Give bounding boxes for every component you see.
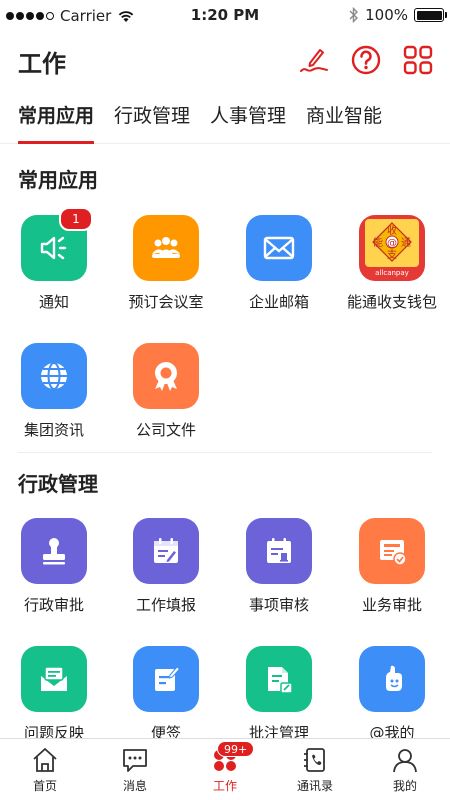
app-label: 企业邮箱	[248, 293, 309, 311]
logo-bottom: 支	[387, 249, 397, 261]
logo-center: @	[387, 238, 397, 249]
section-title-common: 常用应用	[18, 168, 98, 192]
notice-badge: 1	[59, 207, 93, 231]
app-memo[interactable]: 便签	[110, 646, 222, 743]
home-icon	[33, 748, 57, 772]
approval-icon	[359, 518, 425, 584]
tabbar-profile[interactable]: 我的	[360, 739, 450, 800]
app-company-files[interactable]: 公司文件	[110, 343, 222, 440]
app-annotation[interactable]: 批注管理	[223, 646, 335, 743]
signature-button[interactable]	[298, 44, 330, 76]
app-meeting-room[interactable]: 预订会议室	[110, 215, 222, 312]
speaker-icon: 1	[21, 207, 93, 281]
tabbar-label: 通讯录	[296, 779, 333, 793]
logo-left: 能	[373, 236, 383, 249]
award-icon	[133, 343, 199, 409]
tab-business-intelligence[interactable]: 商业智能	[296, 90, 392, 144]
app-grid-button[interactable]	[402, 44, 434, 76]
stamp-icon	[21, 518, 87, 584]
message-icon	[123, 749, 147, 772]
grid-icon	[403, 45, 433, 75]
app-item-review[interactable]: 事项审核	[223, 518, 335, 615]
calendar-check-icon	[246, 518, 312, 584]
app-label: 集团资讯	[23, 421, 84, 439]
app-label: 工作填报	[135, 596, 196, 614]
tab-hr[interactable]: 人事管理	[200, 90, 296, 144]
thumb-icon	[359, 646, 425, 712]
app-wallet[interactable]: @ 收 能 通 支 allcanpay 能通收支钱包	[336, 215, 448, 312]
app-notice[interactable]: 1 通知	[0, 207, 110, 312]
help-icon	[351, 45, 381, 75]
tabbar-label: 消息	[122, 779, 147, 793]
tabbar-messages[interactable]: 消息	[90, 739, 180, 800]
globe-icon	[21, 343, 87, 409]
logo-right: 通	[401, 237, 411, 249]
app-mentions[interactable]: @我的	[336, 646, 448, 743]
app-work-report[interactable]: 工作填报	[110, 518, 222, 615]
battery-icon	[414, 8, 447, 22]
tabbar-label: 我的	[392, 779, 417, 793]
help-button[interactable]	[350, 44, 382, 76]
category-tabs: 常用应用 行政管理 人事管理 商业智能	[0, 90, 450, 144]
app-business-approval[interactable]: 业务审批	[336, 518, 448, 615]
app-admin-approval[interactable]: 行政审批	[0, 518, 110, 615]
app-label: 能通收支钱包	[346, 293, 437, 311]
page-title: 工作	[18, 50, 66, 78]
tabbar-work[interactable]: 99+ 工作	[180, 739, 270, 800]
bluetooth-icon	[349, 7, 359, 23]
people-icon	[133, 215, 199, 281]
app-group-news[interactable]: 集团资讯	[0, 343, 110, 440]
section-divider	[18, 452, 432, 453]
pen-icon	[300, 49, 328, 72]
tabbar-label: 首页	[32, 779, 57, 793]
note-icon	[133, 646, 199, 712]
app-label: 行政审批	[23, 596, 84, 614]
app-header: 工作	[0, 32, 450, 90]
tab-common-apps[interactable]: 常用应用	[0, 90, 104, 144]
wallet-logo: @ 收 能 通 支 allcanpay	[359, 215, 425, 281]
tab-administration[interactable]: 行政管理	[104, 90, 200, 144]
tabbar-contacts[interactable]: 通讯录	[270, 739, 360, 800]
app-label: 公司文件	[135, 421, 196, 439]
app-label: 通知	[38, 293, 69, 311]
app-feedback[interactable]: 问题反映	[0, 646, 110, 743]
app-label: 业务审批	[361, 596, 422, 614]
calendar-edit-icon	[133, 518, 199, 584]
mail-icon	[246, 215, 312, 281]
battery-percent: 100%	[365, 6, 408, 24]
contacts-icon	[304, 748, 325, 772]
app-label: 预订会议室	[128, 293, 204, 311]
app-label: 事项审核	[248, 596, 309, 614]
status-bar: Carrier 1:20 PM 100%	[0, 0, 450, 32]
work-badge: 99+	[217, 741, 255, 757]
profile-icon	[393, 749, 417, 773]
feedback-mail-icon	[21, 646, 87, 712]
logo-top: 收	[387, 224, 397, 237]
tabbar-home[interactable]: 首页	[0, 739, 90, 800]
section-title-administration: 行政管理	[18, 472, 98, 496]
app-mail[interactable]: 企业邮箱	[223, 215, 335, 312]
tabbar-label: 工作	[212, 779, 237, 793]
logo-wordmark: allcanpay	[375, 269, 409, 277]
doc-annotate-icon	[246, 646, 312, 712]
bottom-tabbar: 首页 消息 99+ 工作 通讯录 我的	[0, 738, 450, 800]
